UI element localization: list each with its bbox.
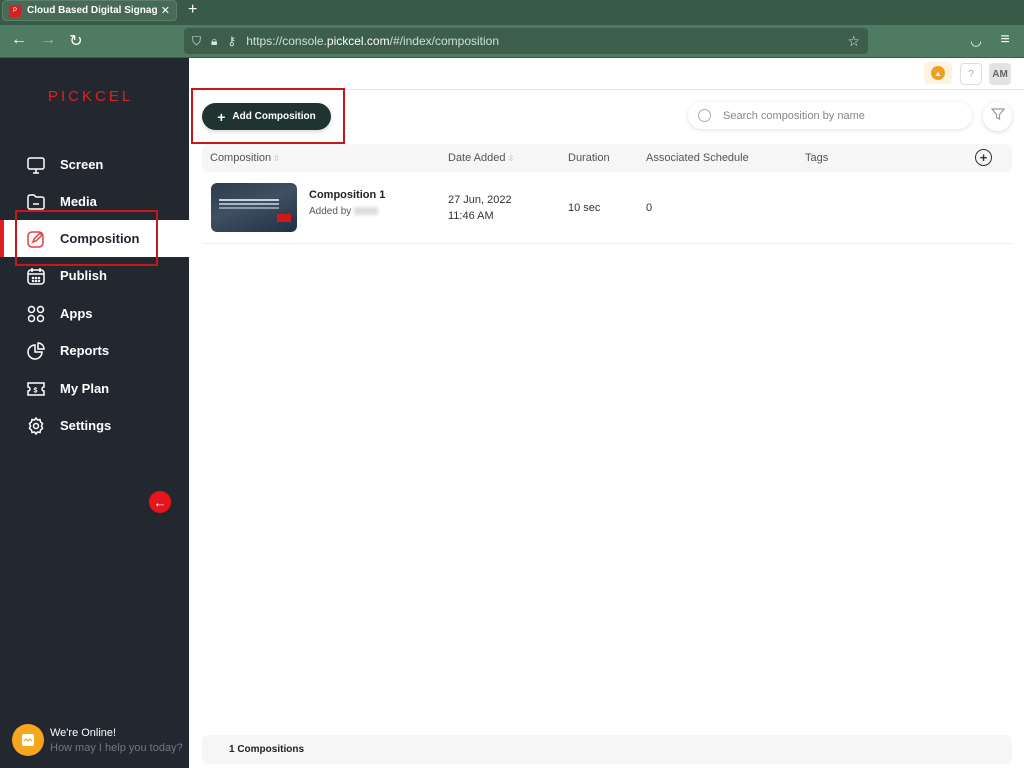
shield-icon: ⛉ [192, 33, 202, 48]
arrow-left-icon: ← [153, 494, 167, 510]
menu-icon[interactable]: ≡ [995, 31, 1015, 49]
composition-name[interactable]: Composition 1 [309, 189, 385, 201]
sidebar-item-label: Composition [60, 231, 140, 246]
sidebar-item-my-plan[interactable]: $ My Plan [0, 370, 189, 407]
search-icon [698, 109, 711, 122]
plus-icon: + [217, 108, 226, 125]
folder-icon [26, 192, 46, 212]
composition-count: 1 Compositions [202, 735, 1012, 764]
calendar-icon [26, 266, 46, 286]
sort-icon: ⇳ [507, 154, 515, 163]
ticket-icon: $ [26, 379, 46, 399]
cnn-logo-icon [277, 214, 291, 222]
sidebar-item-label: My Plan [60, 381, 110, 396]
sort-icon: ⇳ [273, 154, 280, 163]
bookmark-star-icon[interactable]: ☆ [847, 33, 860, 50]
column-header-duration: Duration [568, 152, 610, 164]
edit-icon [26, 229, 46, 249]
table-row[interactable]: Composition 1 Added by 27 Jun, 2022 11:4… [202, 174, 1012, 244]
back-icon[interactable]: ← [9, 31, 29, 49]
added-by: Added by [309, 206, 379, 217]
column-header-tags: Tags [805, 152, 829, 164]
pocket-icon[interactable]: ◡ [966, 33, 986, 49]
grid-icon [26, 304, 46, 324]
key-icon: ⚷ [227, 34, 237, 48]
pie-chart-icon [26, 341, 46, 361]
tab-title: Cloud Based Digital Signage Pro [27, 5, 157, 16]
chat-subtitle: How may I help you today? [50, 741, 183, 754]
avatar[interactable]: AM [989, 63, 1011, 85]
sidebar-item-label: Screen [60, 157, 104, 172]
filter-icon [990, 107, 1005, 126]
composition-thumbnail[interactable] [211, 183, 297, 232]
sidebar-item-screen[interactable]: Screen [0, 146, 189, 183]
search-input[interactable] [723, 109, 953, 122]
sidebar-item-media[interactable]: Media [0, 183, 189, 220]
help-button[interactable]: ? [960, 63, 982, 85]
date-added: 27 Jun, 2022 [448, 194, 512, 206]
time-added: 11:46 AM [448, 210, 494, 222]
warning-icon: ▲ [931, 66, 945, 80]
forward-icon[interactable]: → [38, 31, 58, 49]
sidebar-item-settings[interactable]: Settings [0, 407, 189, 444]
add-composition-button[interactable]: + Add Composition [202, 103, 331, 130]
filter-button[interactable] [983, 102, 1012, 131]
sidebar-item-apps[interactable]: Apps [0, 295, 189, 332]
sidebar-item-label: Settings [60, 418, 112, 433]
gear-icon [26, 416, 46, 436]
lock-icon: 🔒︎ [211, 33, 218, 48]
table-header: Composition ⇳ Date Added ⇳ Duration Associ… [202, 144, 1012, 172]
search-box[interactable] [688, 102, 972, 129]
alert-button[interactable]: ▲ [924, 62, 952, 84]
sidebar-item-composition[interactable]: Composition [0, 220, 189, 257]
blurred-username [354, 207, 379, 216]
url-text: https://console.pickcel.com/#/index/comp… [246, 34, 500, 48]
pickcel-logo: PICKCEL [48, 88, 134, 105]
monitor-icon [26, 155, 46, 175]
sidebar-item-label: Reports [60, 343, 110, 358]
sidebar-item-label: Publish [60, 268, 107, 283]
browser-tab-bar: P Cloud Based Digital Signage Pro ✕ + [0, 0, 1024, 25]
column-header-date-added[interactable]: Date Added ⇳ [448, 152, 514, 164]
new-tab-icon[interactable]: + [188, 1, 197, 19]
browser-tab[interactable]: P Cloud Based Digital Signage Pro ✕ [2, 0, 177, 21]
associated-schedule-count: 0 [646, 202, 653, 214]
pickcel-favicon-icon: P [9, 4, 21, 17]
close-tab-icon[interactable]: ✕ [161, 4, 170, 17]
sidebar-item-publish[interactable]: Publish [0, 257, 189, 294]
reload-icon[interactable]: ↻ [66, 31, 86, 51]
collapse-sidebar-button[interactable]: ← [149, 491, 171, 513]
add-column-button[interactable]: + [975, 149, 992, 166]
svg-text:$: $ [34, 387, 38, 394]
chat-title: We're Online! [50, 726, 117, 739]
address-bar[interactable]: ⛉ 🔒︎ ⚷ https://console.pickcel.com/#/ind… [184, 28, 868, 54]
sidebar-item-label: Media [60, 194, 97, 209]
sidebar: PICKCEL Screen Media Composition Publish… [0, 58, 189, 768]
app-top-bar [189, 58, 1024, 90]
sidebar-item-reports[interactable]: Reports [0, 332, 189, 369]
chat-widget[interactable]: We're Online! How may I help you today? [12, 724, 183, 756]
chat-icon [12, 724, 44, 756]
column-header-associated-schedule: Associated Schedule [646, 152, 749, 164]
column-header-composition[interactable]: Composition ⇳ [210, 152, 280, 164]
add-composition-label: Add Composition [232, 111, 316, 122]
sidebar-item-label: Apps [60, 306, 93, 321]
duration: 10 sec [568, 202, 601, 214]
